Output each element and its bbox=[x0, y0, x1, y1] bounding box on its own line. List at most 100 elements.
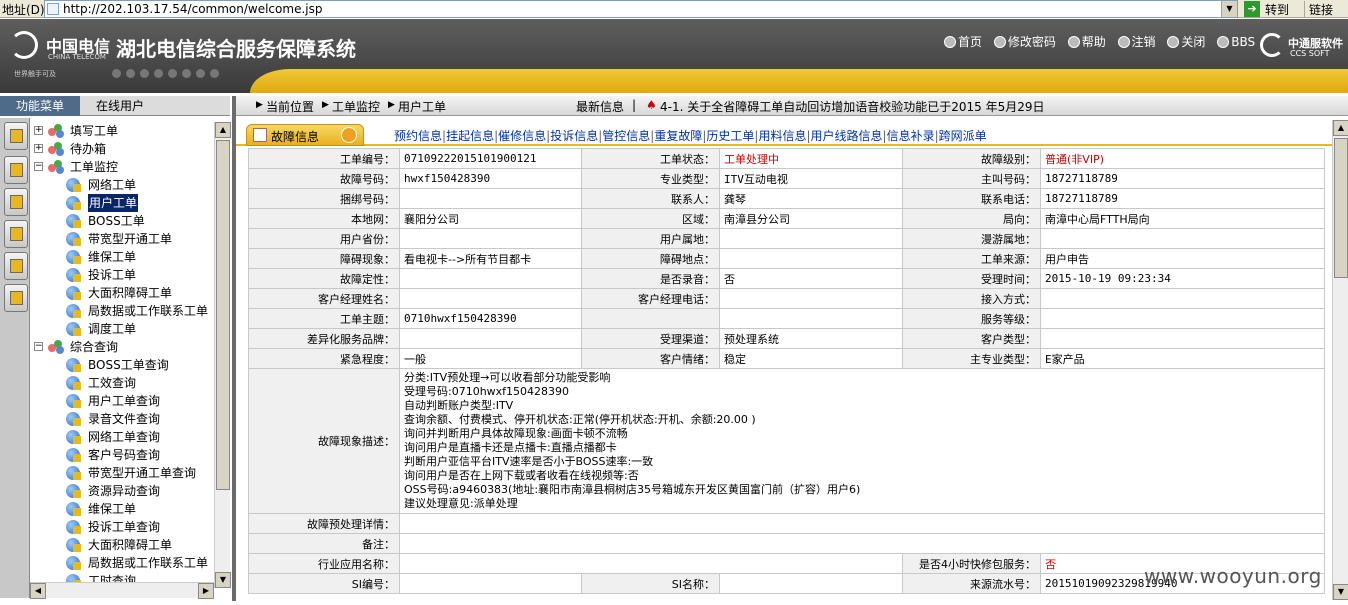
scroll-down-icon[interactable]: ▼ bbox=[215, 572, 231, 588]
tab-link[interactable]: 历史工单 bbox=[706, 129, 754, 143]
module-icon-3[interactable] bbox=[4, 188, 28, 216]
tab-function-menu[interactable]: 功能菜单 bbox=[0, 96, 80, 116]
tree-item[interactable]: 用户工单查询 bbox=[30, 392, 230, 410]
scroll-up-icon[interactable]: ▲ bbox=[1333, 120, 1348, 136]
tree-item[interactable]: 网络工单 bbox=[30, 176, 230, 194]
tree-item[interactable]: 工效查询 bbox=[30, 374, 230, 392]
breadcrumb-item[interactable]: 用户工单 bbox=[398, 98, 446, 115]
module-icon-5[interactable] bbox=[4, 252, 28, 280]
go-button[interactable]: ➔ 转到 bbox=[1244, 0, 1294, 18]
tree-item[interactable]: 客户号码查询 bbox=[30, 446, 230, 464]
chevron-down-icon[interactable]: ▼ bbox=[1221, 1, 1237, 17]
field-value bbox=[399, 188, 582, 209]
collapse-icon[interactable]: − bbox=[34, 342, 43, 351]
tab-link[interactable]: 投诉信息 bbox=[550, 129, 598, 143]
bbs-icon bbox=[1217, 36, 1230, 48]
remark-row: 备注： bbox=[248, 533, 1325, 554]
tree-horizontal-scrollbar[interactable]: ◀ ▶ bbox=[30, 582, 214, 599]
tab-link[interactable]: 信息补录 bbox=[887, 129, 935, 143]
nav-change-password[interactable]: 修改密码 bbox=[993, 33, 1056, 50]
tree-item[interactable]: 大面积障碍工单 bbox=[30, 284, 230, 302]
description-line: 分类:ITV预处理→可以收看部分功能受影响 bbox=[404, 371, 611, 384]
tree-item[interactable]: − 综合查询 bbox=[30, 338, 230, 356]
tab-link[interactable]: 管控信息 bbox=[602, 129, 650, 143]
globe-icon bbox=[66, 520, 82, 534]
tab-link[interactable]: 挂起信息 bbox=[446, 129, 494, 143]
tree-item[interactable]: 维保工单 bbox=[30, 500, 230, 518]
tree-item[interactable]: + 待办箱 bbox=[30, 140, 230, 158]
help-icon bbox=[1067, 36, 1080, 48]
tab-link[interactable]: 跨网派单 bbox=[939, 129, 987, 143]
tab-link[interactable]: 预约信息 bbox=[394, 129, 442, 143]
expand-icon[interactable]: + bbox=[34, 126, 43, 135]
module-icon-1[interactable] bbox=[4, 122, 28, 150]
tree-item-label: BOSS工单 bbox=[88, 214, 145, 228]
tree-item[interactable]: 带宽型开通工单 bbox=[30, 230, 230, 248]
tree-item[interactable]: 局数据或工作联系工单 bbox=[30, 302, 230, 320]
links-button[interactable]: 链接 bbox=[1304, 1, 1333, 18]
address-input[interactable]: http://202.103.17.54/common/welcome.jsp … bbox=[44, 0, 1238, 18]
field-label: 备注： bbox=[248, 533, 400, 554]
globe-icon bbox=[66, 304, 82, 318]
field-label: 捆绑号码： bbox=[248, 188, 400, 209]
pane-divider[interactable] bbox=[232, 96, 236, 601]
collapse-icon[interactable]: − bbox=[34, 162, 43, 171]
breadcrumb-item[interactable]: 工单监控 bbox=[332, 98, 380, 115]
tab-link[interactable]: 用料信息 bbox=[758, 129, 806, 143]
nav-logout[interactable]: 注销 bbox=[1117, 33, 1156, 50]
main-vertical-scrollbar[interactable]: ▲ ▼ bbox=[1332, 120, 1348, 600]
tree-item[interactable]: 带宽型开通工单查询 bbox=[30, 464, 230, 482]
nav-close[interactable]: 关闭 bbox=[1167, 33, 1205, 50]
tree-item[interactable]: + 填写工单 bbox=[30, 122, 230, 140]
tree-item[interactable]: 局数据或工作联系工单 bbox=[30, 554, 230, 572]
description-line: 建议处理意见:派单处理 bbox=[404, 497, 518, 510]
scroll-thumb[interactable] bbox=[1334, 138, 1348, 278]
tab-link[interactable]: 用户线路信息 bbox=[811, 129, 883, 143]
tab-link[interactable]: 催修信息 bbox=[498, 129, 546, 143]
scroll-left-icon[interactable]: ◀ bbox=[30, 583, 46, 599]
tree-item[interactable]: 投诉工单查询 bbox=[30, 518, 230, 536]
tree-vertical-scrollbar[interactable]: ▲ ▼ bbox=[214, 122, 231, 588]
nav-bbs[interactable]: BBS bbox=[1217, 35, 1255, 49]
tree-item[interactable]: 资源异动查询 bbox=[30, 482, 230, 500]
field-label: 故障预处理详情： bbox=[248, 513, 400, 534]
form-row: 工单编号： 0710922201510190012​1 工单状态： 工单处理中 故障级别… bbox=[248, 148, 1325, 169]
form-row: 本地网： 襄阳分公司 区域： 南漳县分公司 局向： 南漳中心局FTTH局向 bbox=[248, 208, 1325, 229]
field-label bbox=[581, 308, 720, 329]
expand-icon[interactable]: + bbox=[34, 144, 43, 153]
tab-online-users[interactable]: 在线用户 bbox=[82, 96, 158, 116]
tree-item[interactable]: 网络工单查询 bbox=[30, 428, 230, 446]
tab-link[interactable]: 重复故障 bbox=[654, 129, 702, 143]
nav-home[interactable]: 首页 bbox=[944, 33, 982, 50]
module-icon-6[interactable] bbox=[4, 284, 28, 312]
field-value: 南漳县分公司 bbox=[719, 208, 903, 229]
scroll-right-icon[interactable]: ▶ bbox=[198, 583, 214, 599]
field-value: 2015-10-19 09:23:34 bbox=[1040, 268, 1325, 289]
module-icon-4[interactable] bbox=[4, 220, 28, 248]
tree-item-label: 工效查询 bbox=[88, 376, 137, 390]
go-label: 转到 bbox=[1265, 3, 1290, 17]
tree-item[interactable]: − 工单监控 bbox=[30, 158, 230, 176]
tab-fault-info[interactable]: 故障信息 bbox=[246, 124, 364, 146]
tree-item[interactable]: BOSS工单 bbox=[30, 212, 230, 230]
tree-item[interactable]: 维保工单 bbox=[30, 248, 230, 266]
left-icon-strip bbox=[0, 118, 30, 598]
scroll-down-icon[interactable]: ▼ bbox=[1333, 584, 1348, 600]
nav-help[interactable]: 帮助 bbox=[1067, 33, 1106, 50]
ccs-logo-icon bbox=[1260, 33, 1284, 57]
tree-item[interactable]: 调度工单 bbox=[30, 320, 230, 338]
field-label: 服务等级： bbox=[902, 308, 1041, 329]
module-icon-2[interactable] bbox=[4, 156, 28, 184]
tree-item[interactable]: 用户工单 bbox=[30, 194, 230, 212]
address-url[interactable]: http://202.103.17.54/common/welcome.jsp bbox=[63, 2, 322, 16]
news-ticker[interactable]: 4-1. 关于全省障碍工单自动回访增加语音校验功能已于2015 年5月29日 bbox=[660, 98, 1045, 115]
scroll-up-icon[interactable]: ▲ bbox=[215, 122, 231, 138]
tree-item[interactable]: 投诉工单 bbox=[30, 266, 230, 284]
globe-icon bbox=[66, 376, 82, 390]
tree-item[interactable]: 录音文件查询 bbox=[30, 410, 230, 428]
scroll-thumb[interactable] bbox=[216, 140, 230, 490]
field-label: 用户省份： bbox=[248, 228, 400, 249]
tree-item[interactable]: 大面积障碍工单 bbox=[30, 536, 230, 554]
tree-item[interactable]: BOSS工单查询 bbox=[30, 356, 230, 374]
tree-item-label: 用户工单 bbox=[88, 194, 139, 212]
